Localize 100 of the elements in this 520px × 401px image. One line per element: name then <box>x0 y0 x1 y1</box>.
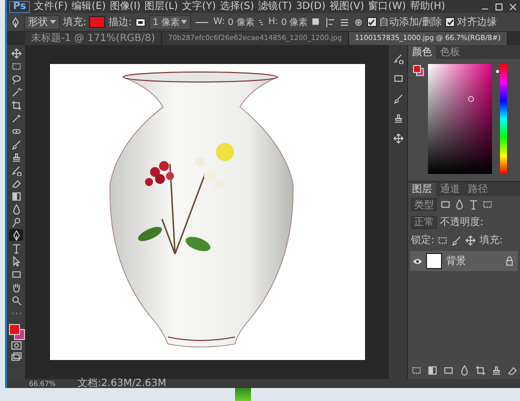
tool-eraser-icon <box>10 178 22 188</box>
lock-option-icon[interactable] <box>451 234 462 246</box>
document-tab[interactable]: 未标题-1 @ 171%(RGB/8) <box>25 32 162 45</box>
height-label: H: <box>268 17 278 27</box>
blend-mode-dropdown[interactable]: 正常 <box>411 216 437 228</box>
tool-history-icon <box>10 164 22 176</box>
tool-wand-icon <box>10 86 22 98</box>
tool-path-icon <box>10 256 22 266</box>
tool-hand-icon <box>10 282 22 292</box>
width-field[interactable]: 0 像素 <box>228 16 254 28</box>
tool-stamp-icon <box>10 152 22 162</box>
tool-dodge-icon <box>10 216 22 228</box>
layer-action-icon[interactable] <box>458 365 470 376</box>
maximize-icon[interactable] <box>494 2 504 12</box>
caret-icon <box>50 20 56 24</box>
filter-icon[interactable] <box>440 199 451 210</box>
checkbox-label: 自动添加/删除 <box>378 16 442 29</box>
layer-action-icon[interactable] <box>474 365 486 376</box>
stroke-width-dropdown[interactable]: 1 像素 <box>148 14 192 30</box>
height-field[interactable]: 0 像素 <box>281 16 308 28</box>
tool-gradient-icon <box>10 190 22 202</box>
menu-item[interactable]: 帮助(H) <box>410 0 446 12</box>
filter-icon[interactable] <box>468 199 479 210</box>
document-size: 文档:2.63M/2.63M <box>78 379 166 388</box>
color-swatches[interactable] <box>412 64 424 76</box>
checkbox-label: 对齐边缘 <box>457 16 498 29</box>
close-icon[interactable] <box>508 2 518 12</box>
menu-item[interactable]: 文字(Y) <box>182 0 216 12</box>
tool-type-icon <box>10 242 22 254</box>
tool-crop-icon <box>10 100 22 110</box>
color-swatches[interactable] <box>8 323 24 339</box>
screen-mode-icon[interactable] <box>10 352 22 363</box>
arrange-icon[interactable] <box>338 16 350 28</box>
tool-zoom-icon <box>10 294 22 306</box>
lock-option-icon[interactable] <box>437 234 448 246</box>
stroke-label: 描边: <box>108 16 132 29</box>
tool-eyedropper-icon <box>10 112 22 124</box>
menu-item[interactable]: 3D(D) <box>296 0 326 12</box>
menu-item[interactable]: 文件(F) <box>34 0 68 12</box>
filter-icon[interactable] <box>454 199 465 210</box>
tool-button[interactable] <box>9 229 23 241</box>
app-logo: Ps <box>9 0 30 12</box>
tool-blur-icon <box>10 204 22 214</box>
panel-icon[interactable] <box>392 93 404 104</box>
menu-item[interactable]: 图像(I) <box>110 0 141 12</box>
panel-tab[interactable]: 颜色 <box>408 46 436 59</box>
panel-icon[interactable] <box>392 133 404 144</box>
tool-button[interactable] <box>9 164 23 176</box>
tool-button[interactable] <box>9 47 23 59</box>
fill-label: 填充: <box>479 234 503 247</box>
panel-tab[interactable]: 通道 <box>436 183 464 196</box>
panel-tab[interactable]: 路径 <box>464 183 492 196</box>
quick-mask-icon[interactable] <box>10 340 22 351</box>
tool-button[interactable] <box>9 177 23 189</box>
tool-button[interactable] <box>9 138 23 150</box>
desktop-icon <box>235 388 251 401</box>
panel-icon[interactable] <box>392 53 404 64</box>
tool-marquee-icon <box>10 60 22 72</box>
width-label: W: <box>213 17 225 27</box>
hue-slider-marker[interactable] <box>496 70 499 72</box>
menu-item[interactable]: 编辑(E) <box>72 0 106 12</box>
checkbox[interactable] <box>445 17 456 27</box>
panel-icon[interactable] <box>392 113 404 124</box>
menu-item[interactable]: 滤镜(T) <box>258 0 292 12</box>
layer-name: 背景 <box>446 254 466 268</box>
lock-option-icon[interactable] <box>465 234 476 246</box>
panel-icon[interactable] <box>392 73 404 84</box>
tool-button[interactable] <box>9 99 23 111</box>
layer-row[interactable]: 背景 <box>410 251 518 271</box>
eye-icon[interactable] <box>413 258 422 264</box>
tool-pen-icon <box>10 230 22 240</box>
menu-item[interactable]: 图层(L) <box>144 0 178 12</box>
color-field[interactable] <box>428 64 492 174</box>
tool-brush-icon <box>10 138 22 150</box>
fill-swatch[interactable] <box>89 16 106 28</box>
layer-action-icon[interactable] <box>506 365 518 376</box>
layer-thumbnail <box>426 253 442 269</box>
settings-icon[interactable] <box>352 16 364 28</box>
tool-mode-dropdown[interactable]: 形状 <box>24 14 60 30</box>
filter-dropdown[interactable]: 类型 <box>411 198 437 211</box>
layer-action-icon[interactable] <box>442 365 454 376</box>
stroke-swatch-icon[interactable] <box>134 16 146 28</box>
align-icon[interactable] <box>324 16 336 28</box>
layer-action-icon[interactable] <box>490 365 502 376</box>
menu-item[interactable]: 视图(V) <box>330 0 364 12</box>
checkbox[interactable] <box>366 17 377 27</box>
layer-action-icon[interactable] <box>426 365 438 376</box>
filter-icon[interactable] <box>482 199 493 210</box>
fill-label: 填充: <box>63 16 86 29</box>
tool-rect-icon <box>10 268 22 280</box>
pen-icon[interactable] <box>10 16 21 28</box>
lock-label: 锁定: <box>411 234 434 247</box>
layer-action-icon[interactable] <box>410 365 422 376</box>
menu-item[interactable]: 选择(S) <box>220 0 254 12</box>
panel-tab[interactable]: 图层 <box>408 183 436 196</box>
tool-lasso-icon <box>10 74 22 84</box>
menu-item[interactable]: 窗口(W) <box>368 0 406 12</box>
panel-tab[interactable]: 色板 <box>436 46 464 59</box>
path-operations-icon[interactable] <box>310 16 322 28</box>
tool-move-icon <box>10 48 22 58</box>
